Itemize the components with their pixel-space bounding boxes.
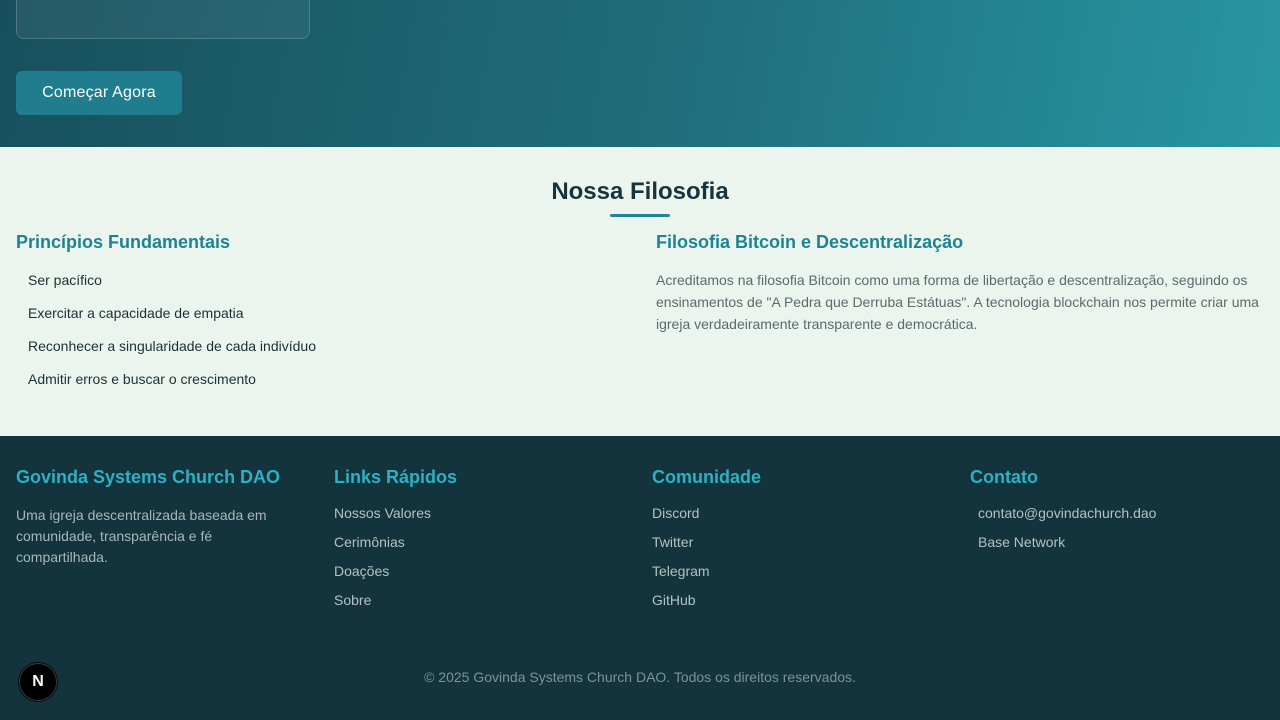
list-item: Reconhecer a singularidade de cada indiv… [28,338,316,354]
title-underline [610,214,670,217]
footer-community-column: Comunidade Discord Twitter Telegram GitH… [652,467,761,620]
footer-link-twitter[interactable]: Twitter [652,533,761,562]
footer-link-ceremonies[interactable]: Cerimônias [334,533,457,562]
nextjs-icon[interactable]: N [19,663,57,701]
footer-quick-links-column: Links Rápidos Nossos Valores Cerimônias … [334,467,457,620]
philosophy-title: Nossa Filosofia [551,178,729,205]
hero-input-field[interactable] [16,0,310,39]
footer: Govinda Systems Church DAO Uma igreja de… [0,436,1280,720]
footer-link-donations[interactable]: Doações [334,562,457,591]
footer-community-title: Comunidade [652,467,762,487]
copyright-text: © 2025 Govinda Systems Church DAO. Todos… [424,669,856,685]
bitcoin-title: Filosofia Bitcoin e Descentralização [656,232,964,252]
contact-email-link[interactable]: contato@govindachurch.dao [970,504,1156,533]
footer-link-about[interactable]: Sobre [334,591,457,620]
footer-link-values[interactable]: Nossos Valores [334,504,457,533]
footer-brand-column: Govinda Systems Church DAO Uma igreja de… [16,467,306,568]
footer-quick-links-title: Links Rápidos [334,467,458,487]
footer-brand-title: Govinda Systems Church DAO [16,467,281,487]
footer-brand-description: Uma igreja descentralizada baseada em co… [16,507,267,565]
start-now-button[interactable]: Começar Agora [16,71,182,115]
philosophy-section: Nossa Filosofia Princípios Fundamentais … [0,147,1280,436]
contact-network-link[interactable]: Base Network [970,533,1156,562]
principles-list: Ser pacífico Exercitar a capacidade de e… [28,271,316,403]
contact-list: contato@govindachurch.dao Base Network [970,504,1156,562]
list-item: Ser pacífico [28,272,102,288]
footer-link-github[interactable]: GitHub [652,591,761,620]
footer-link-telegram[interactable]: Telegram [652,562,761,591]
list-item: Admitir erros e buscar o crescimento [28,371,256,387]
footer-contact-column: Contato contato@govindachurch.dao Base N… [970,467,1156,562]
principles-title: Princípios Fundamentais [16,232,231,252]
community-links-list: Discord Twitter Telegram GitHub [652,504,761,620]
list-item: Exercitar a capacidade de empatia [28,305,244,321]
hero-section: Começar Agora [0,0,1280,147]
quick-links-list: Nossos Valores Cerimônias Doações Sobre [334,504,457,620]
footer-link-discord[interactable]: Discord [652,504,761,533]
bitcoin-text: Acreditamos na filosofia Bitcoin como um… [656,272,1259,332]
footer-contact-title: Contato [970,467,1038,487]
